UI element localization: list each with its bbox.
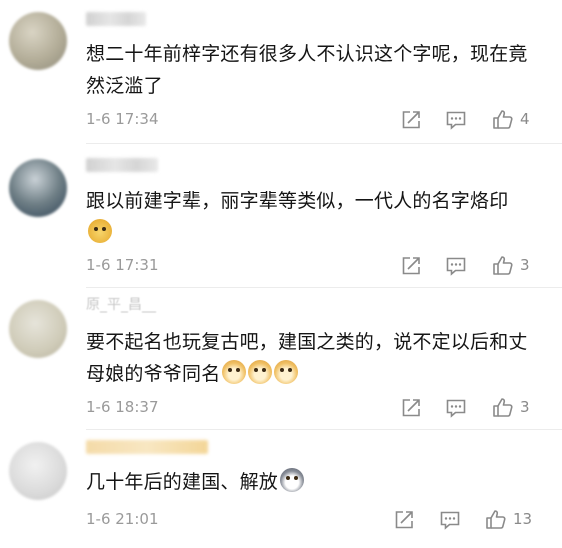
thumbs-up-icon[interactable]	[491, 254, 515, 278]
username-blurred[interactable]	[86, 440, 208, 454]
avatar[interactable]	[9, 12, 67, 70]
comment-icon[interactable]	[444, 254, 468, 278]
comment-item: 原_平_昌__ 要不起名也玩复古吧，建国之类的，说不定以后和丈母娘的爷爷同名 1…	[0, 288, 562, 430]
comment-item: 想二十年前梓字还有很多人不认识这个字呢，现在竟然泛滥了 1-6 17:34 4	[0, 0, 562, 145]
divider	[86, 143, 562, 144]
comment-icon[interactable]	[438, 508, 462, 532]
comment-icon[interactable]	[444, 108, 468, 132]
share-icon[interactable]	[399, 254, 423, 278]
smiling-face-emoji-icon	[88, 219, 112, 243]
share-icon[interactable]	[392, 508, 416, 532]
share-icon[interactable]	[399, 396, 423, 420]
comment-icon[interactable]	[444, 396, 468, 420]
comment-time: 1-6 18:37	[86, 398, 159, 416]
like-count: 3	[520, 256, 530, 274]
doge-emoji-icon	[222, 360, 247, 384]
share-icon[interactable]	[399, 108, 423, 132]
comment-time: 1-6 21:01	[86, 510, 159, 528]
comment-item: 跟以前建字辈，丽字辈等类似，一代人的名字烙印 1-6 17:31 3	[0, 145, 562, 288]
husky-emoji-icon	[280, 468, 305, 492]
thumbs-up-icon[interactable]	[491, 396, 515, 420]
comment-item: 几十年后的建国、解放 1-6 21:01 13	[0, 430, 562, 548]
avatar[interactable]	[9, 159, 67, 217]
comment-meta: 1-6 17:34 4	[86, 108, 546, 132]
doge-emoji-icon	[248, 360, 273, 384]
thumbs-up-icon[interactable]	[491, 108, 515, 132]
comment-text: 跟以前建字辈，丽字辈等类似，一代人的名字烙印	[86, 185, 538, 249]
like-count: 4	[520, 110, 530, 128]
like-count: 13	[513, 510, 533, 528]
comment-meta: 1-6 21:01 13	[86, 508, 546, 532]
comment-meta: 1-6 17:31 3	[86, 254, 546, 278]
comment-meta: 1-6 18:37 3	[86, 396, 546, 420]
like-count: 3	[520, 398, 530, 416]
comment-text: 几十年后的建国、解放	[86, 466, 538, 498]
comment-text: 要不起名也玩复古吧，建国之类的，说不定以后和丈母娘的爷爷同名	[86, 331, 528, 385]
doge-emoji-icon	[274, 360, 299, 384]
thumbs-up-icon[interactable]	[484, 508, 508, 532]
comment-time: 1-6 17:34	[86, 110, 159, 128]
username-blurred[interactable]	[86, 158, 158, 172]
comment-time: 1-6 17:31	[86, 256, 159, 274]
comment-text: 想二十年前梓字还有很多人不认识这个字呢，现在竟然泛滥了	[86, 43, 528, 97]
avatar[interactable]	[9, 442, 67, 500]
avatar[interactable]	[9, 300, 67, 358]
username[interactable]: 原_平_昌__	[86, 298, 186, 312]
username-blurred[interactable]	[86, 12, 146, 26]
